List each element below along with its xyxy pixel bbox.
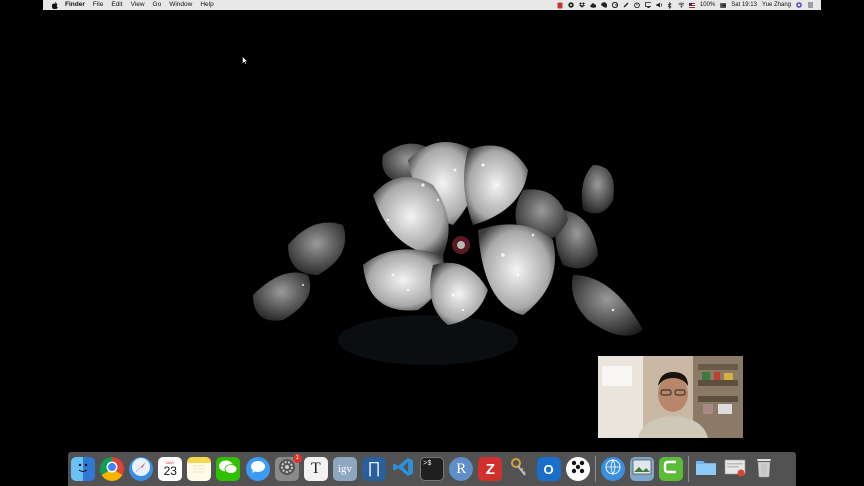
igv-icon: igv xyxy=(337,463,352,475)
wechat-status-icon[interactable] xyxy=(601,2,607,8)
dock-calendar[interactable]: MAY 23 xyxy=(158,457,183,481)
airplay-icon[interactable] xyxy=(645,2,651,8)
letterbox-left xyxy=(0,0,43,486)
dock-outlook[interactable]: O xyxy=(536,457,561,481)
apple-menu-icon[interactable] xyxy=(51,1,58,9)
dock-notes[interactable] xyxy=(187,457,212,481)
network-icon xyxy=(604,458,622,481)
dock-system-preferences[interactable]: 1 xyxy=(274,454,302,481)
cloud-icon[interactable] xyxy=(590,2,596,8)
trash-icon xyxy=(755,456,773,483)
dock-safari[interactable] xyxy=(129,457,154,482)
flag-us-icon[interactable] xyxy=(688,2,695,8)
battery-percent: 100% xyxy=(699,2,716,8)
messages-icon xyxy=(250,460,266,479)
letterbox-right xyxy=(821,0,864,486)
camtasia-icon xyxy=(663,459,679,480)
menu-edit[interactable]: Edit xyxy=(111,0,122,10)
timer-icon[interactable] xyxy=(634,2,640,8)
terminal-icon: >$ xyxy=(423,460,432,468)
menu-bar-left: Finder File Edit View Go Window Help xyxy=(43,0,222,10)
notes-icon xyxy=(191,460,207,479)
menu-bar: Finder File Edit View Go Window Help 100… xyxy=(43,0,821,10)
menu-file[interactable]: File xyxy=(93,0,103,10)
dock-zotero[interactable]: Z xyxy=(478,457,503,481)
grammarly-icon[interactable] xyxy=(611,2,618,8)
ide-icon: ∏ xyxy=(367,460,381,477)
dock-messages[interactable] xyxy=(245,457,270,481)
pen-icon[interactable] xyxy=(623,2,629,8)
dock-separator xyxy=(594,456,596,482)
document-icon xyxy=(724,457,746,482)
keychain-icon xyxy=(508,456,530,483)
dock-dots-app[interactable] xyxy=(565,457,590,481)
zotero-icon: Z xyxy=(485,460,495,478)
battery-icon[interactable] xyxy=(720,2,727,8)
volume-icon[interactable] xyxy=(656,2,662,8)
screen: Finder File Edit View Go Window Help 100… xyxy=(43,0,821,486)
safari-icon xyxy=(131,457,151,482)
menu-go[interactable]: Go xyxy=(153,0,162,10)
dock-trash[interactable] xyxy=(752,457,776,481)
menu-window[interactable]: Window xyxy=(169,0,192,10)
dock-keychain[interactable] xyxy=(507,457,531,481)
menu-bar-status: 100% Sat 19:13 Yue Zhang xyxy=(557,0,813,10)
dock-finder[interactable] xyxy=(71,457,95,481)
dock-separator-2 xyxy=(687,456,689,482)
dock-recent-document[interactable] xyxy=(723,457,747,481)
mouse-cursor-icon xyxy=(242,52,249,65)
preview-icon xyxy=(632,459,652,480)
screen-capture-icon[interactable] xyxy=(568,2,574,8)
r-icon: R xyxy=(456,460,467,477)
menu-view[interactable]: View xyxy=(131,0,145,10)
dots-icon xyxy=(569,458,587,481)
desktop xyxy=(43,10,821,486)
dock-camtasia[interactable] xyxy=(658,457,683,481)
vscode-icon xyxy=(392,456,414,483)
dock-wechat[interactable] xyxy=(216,457,241,481)
menu-help[interactable]: Help xyxy=(200,0,213,10)
dock-typora[interactable]: T xyxy=(303,457,328,481)
dock-preview[interactable] xyxy=(629,457,654,481)
bluetooth-icon[interactable] xyxy=(667,1,673,9)
dock-downloads-folder[interactable] xyxy=(694,457,718,481)
wifi-icon[interactable] xyxy=(678,2,684,8)
menu-app-name[interactable]: Finder xyxy=(65,0,85,10)
dock-ide[interactable]: ∏ xyxy=(361,457,386,481)
siri-icon[interactable] xyxy=(796,2,802,8)
chrome-icon xyxy=(106,460,118,478)
dock-network-utility[interactable] xyxy=(600,457,625,481)
system-preferences-badge: 1 xyxy=(292,454,302,463)
calendar-day: 23 xyxy=(163,464,177,478)
record-icon[interactable] xyxy=(557,2,563,8)
typora-icon: T xyxy=(310,460,321,477)
dock: MAY 23 1 T igv ∏ >$ R Z O xyxy=(68,452,796,486)
menu-user[interactable]: Yue Zhang xyxy=(762,0,791,10)
finder-icon xyxy=(74,458,92,481)
dock-vscode[interactable] xyxy=(391,457,415,481)
folder-icon xyxy=(695,458,717,481)
dock-igv[interactable]: igv xyxy=(332,457,357,481)
dropbox-icon[interactable] xyxy=(578,2,585,8)
dock-chrome[interactable] xyxy=(100,457,125,481)
webcam-overlay xyxy=(598,356,743,438)
notification-center-icon[interactable] xyxy=(807,2,813,8)
wechat-icon xyxy=(218,459,238,480)
outlook-icon: O xyxy=(543,461,554,477)
dock-terminal[interactable]: >$ xyxy=(420,457,445,481)
menu-clock[interactable]: Sat 19:13 xyxy=(731,0,757,10)
wallpaper-flower-image xyxy=(193,125,663,375)
dock-r[interactable]: R xyxy=(449,457,474,481)
